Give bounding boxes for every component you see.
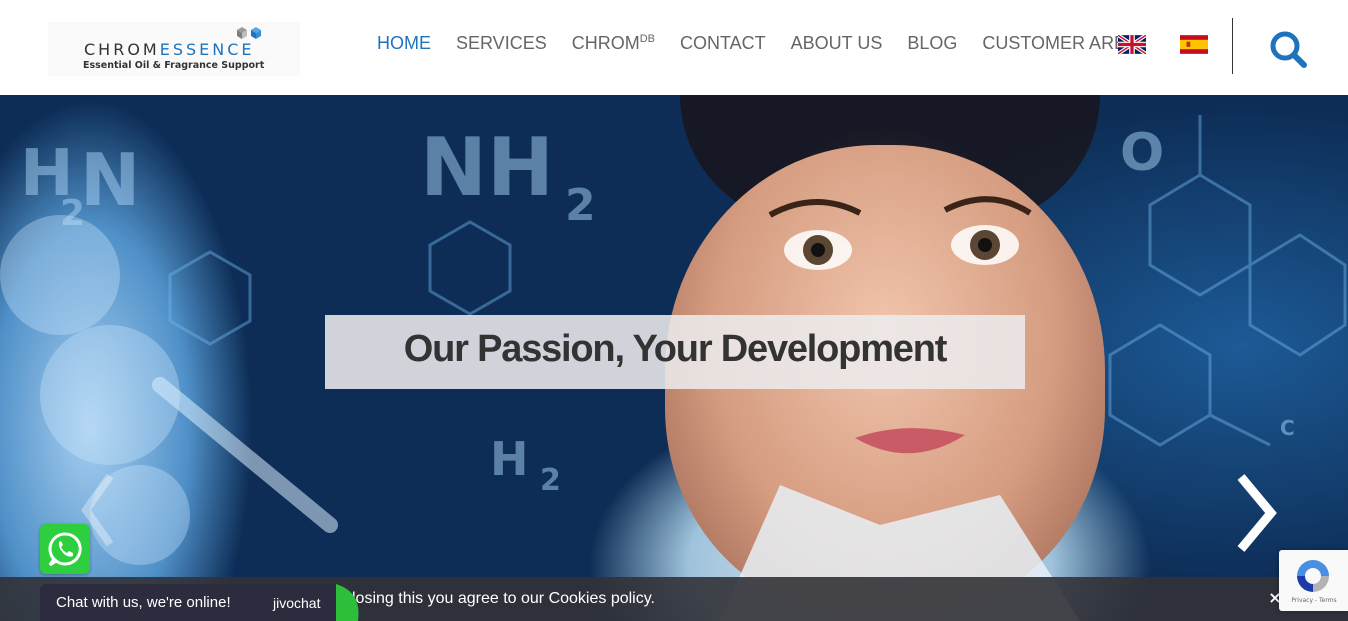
logo-tagline: Essential Oil & Fragrance Support — [83, 60, 265, 71]
chevron-right-icon[interactable] — [1233, 471, 1283, 555]
hero-caption: Our Passion, Your Development — [403, 328, 948, 370]
uk-flag-icon[interactable] — [1118, 35, 1146, 54]
hero-caption-box: Our Passion, Your Development — [325, 315, 1025, 389]
nav-chromdb-sup: DB — [639, 33, 655, 45]
whatsapp-button[interactable] — [40, 524, 90, 574]
search-icon[interactable] — [1267, 28, 1309, 70]
nav-chromdb[interactable]: CHROMDB — [572, 33, 655, 54]
header-divider — [1232, 18, 1233, 74]
hero-slider: H N 2 NH 2 H 2 O C Our Passion, Your Dev… — [0, 95, 1348, 621]
whatsapp-icon — [48, 532, 82, 567]
chat-bar: Chat with us, we're online! jivochat — [40, 584, 342, 621]
recaptcha-icon — [1297, 560, 1329, 592]
site-logo[interactable]: CHROMESSENCE Essential Oil & Fragrance S… — [48, 22, 300, 76]
nav-home[interactable]: HOME — [377, 33, 431, 54]
chat-label: Chat with us, we're online! — [56, 594, 231, 611]
logo-word-b: ESSENCE — [159, 40, 255, 59]
nav-customer-area[interactable]: CUSTOMER AREA — [982, 33, 1138, 54]
nav-blog[interactable]: BLOG — [907, 33, 957, 54]
jivochat-leaf-icon — [336, 584, 359, 621]
cookie-text: losing this you agree to our Cookies pol… — [352, 590, 655, 607]
nav-about-us[interactable]: ABOUT US — [791, 33, 883, 54]
nav-services[interactable]: SERVICES — [456, 33, 547, 54]
main-nav: HOME SERVICES CHROMDB CONTACT ABOUT US B… — [377, 33, 1163, 54]
spain-flag-icon[interactable] — [1180, 35, 1208, 54]
logo-wordmark: CHROMESSENCE — [84, 40, 255, 59]
site-header: CHROMESSENCE Essential Oil & Fragrance S… — [0, 0, 1348, 95]
nav-contact[interactable]: CONTACT — [680, 33, 766, 54]
recaptcha-links[interactable]: Privacy - Terms — [1283, 597, 1345, 604]
chat-brand: jivochat — [273, 595, 321, 611]
live-chat-widget[interactable]: Chat with us, we're online! jivochat — [40, 584, 362, 621]
recaptcha-badge[interactable]: Privacy - Terms — [1279, 550, 1348, 611]
logo-word-a: CHROM — [84, 40, 160, 59]
nav-chromdb-label: CHROM — [571, 33, 640, 53]
